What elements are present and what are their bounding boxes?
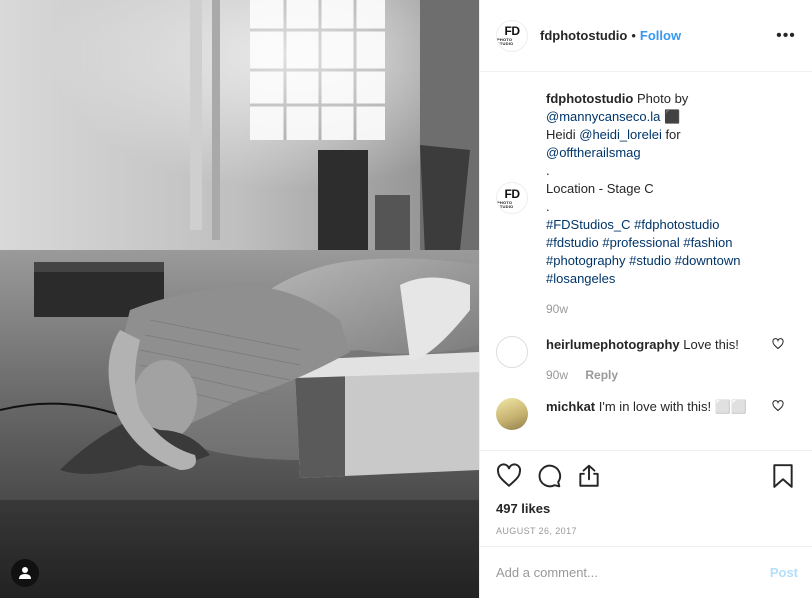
comment-body: michkat I'm in love with this! ⬜⬜ — [546, 398, 796, 430]
caption-emoji: ⬛ — [660, 109, 681, 124]
comment-username[interactable]: michkat — [546, 399, 595, 414]
caption-text: for — [661, 127, 681, 142]
comment-time[interactable]: 90w — [546, 368, 568, 382]
bookmark-icon[interactable] — [770, 463, 796, 489]
comment-meta: 90w Reply — [546, 366, 772, 384]
share-icon[interactable] — [576, 463, 602, 489]
mention-link[interactable]: @heidi_lorelei — [579, 127, 662, 142]
hashtag-link[interactable]: #photography — [546, 253, 626, 268]
user-icon — [19, 567, 31, 579]
more-horizontal-icon[interactable]: ••• — [776, 27, 796, 45]
comment-item: michkat I'm in love with this! ⬜⬜ — [496, 398, 796, 430]
caption-text: Heidi — [546, 127, 580, 142]
heart-icon[interactable] — [772, 338, 784, 350]
hashtag-block: #FDStudios_C #fdphotostudio #fdstudio #p… — [546, 216, 772, 288]
caption-text: Photo by — [636, 91, 689, 106]
hashtag-link[interactable]: #professional — [602, 235, 679, 250]
caption-body: fdphotostudio Photo by @mannycanseco.la … — [546, 90, 796, 318]
commenter-avatar[interactable] — [496, 336, 528, 368]
post-comment-button[interactable]: Post — [770, 565, 798, 580]
comments-list[interactable]: FD PHOTO STUDIO fdphotostudio Photo by @… — [480, 72, 812, 450]
caption-dot: . — [546, 199, 550, 214]
comment-body: heirlumephotography Love this! 90w Reply — [546, 336, 796, 384]
post-photo[interactable] — [0, 0, 479, 598]
logo-text: FD — [504, 24, 521, 38]
post-side-panel: FD PHOTO STUDIO fdphotostudio • Follow •… — [479, 0, 812, 598]
author-avatar[interactable]: FD PHOTO STUDIO — [496, 19, 528, 52]
follow-button[interactable]: Follow — [640, 28, 681, 43]
logo-subtext: PHOTO STUDIO — [497, 37, 514, 46]
comment-icon[interactable] — [536, 463, 562, 489]
caption-time[interactable]: 90w — [546, 302, 568, 316]
logo-text: FD — [504, 186, 521, 201]
caption-location: Location - Stage C — [546, 181, 654, 196]
separator-dot: • — [631, 28, 636, 43]
mention-link[interactable]: @mannycanseco.la — [546, 109, 660, 124]
heart-icon[interactable] — [772, 400, 784, 412]
heart-icon[interactable] — [496, 463, 522, 489]
caption-avatar[interactable]: FD PHOTO STUDIO — [496, 182, 528, 214]
hashtag-link[interactable]: #losangeles — [546, 271, 615, 286]
logo-subtext: PHOTO STUDIO — [497, 199, 514, 209]
hashtag-link[interactable]: #downtown — [675, 253, 741, 268]
caption-username[interactable]: fdphotostudio — [546, 91, 633, 106]
photo-image — [0, 0, 479, 598]
comment-text: Love this! — [683, 337, 739, 352]
author-username[interactable]: fdphotostudio — [540, 28, 627, 43]
likes-count[interactable]: 497 likes — [496, 501, 796, 516]
instagram-post: FD PHOTO STUDIO fdphotostudio • Follow •… — [0, 0, 812, 598]
mention-link[interactable]: @offtherailsmag — [546, 145, 641, 160]
comment-input[interactable] — [496, 565, 770, 580]
reply-button[interactable]: Reply — [585, 368, 618, 382]
caption-meta: 90w — [546, 300, 772, 318]
hashtag-link[interactable]: #studio — [629, 253, 671, 268]
hashtag-link[interactable]: #fdstudio — [546, 235, 599, 250]
action-buttons — [496, 461, 796, 491]
commenter-avatar[interactable] — [496, 398, 528, 430]
post-actions: 497 likes AUGUST 26, 2017 Post — [480, 450, 812, 598]
comment-text: I'm in love with this! ⬜⬜ — [598, 399, 748, 414]
hashtag-link[interactable]: #FDStudios_C — [546, 217, 631, 232]
caption-dot: . — [546, 163, 550, 178]
user-tag-button[interactable] — [11, 559, 39, 587]
hashtag-link[interactable]: #fdphotostudio — [634, 217, 719, 232]
comment-username[interactable]: heirlumephotography — [546, 337, 680, 352]
post-header: FD PHOTO STUDIO fdphotostudio • Follow •… — [480, 0, 812, 72]
add-comment-row: Post — [480, 546, 812, 598]
hashtag-link[interactable]: #fashion — [683, 235, 732, 250]
post-date[interactable]: AUGUST 26, 2017 — [496, 526, 796, 536]
caption: FD PHOTO STUDIO fdphotostudio Photo by @… — [496, 90, 796, 318]
comment-item: heirlumephotography Love this! 90w Reply — [496, 336, 796, 384]
